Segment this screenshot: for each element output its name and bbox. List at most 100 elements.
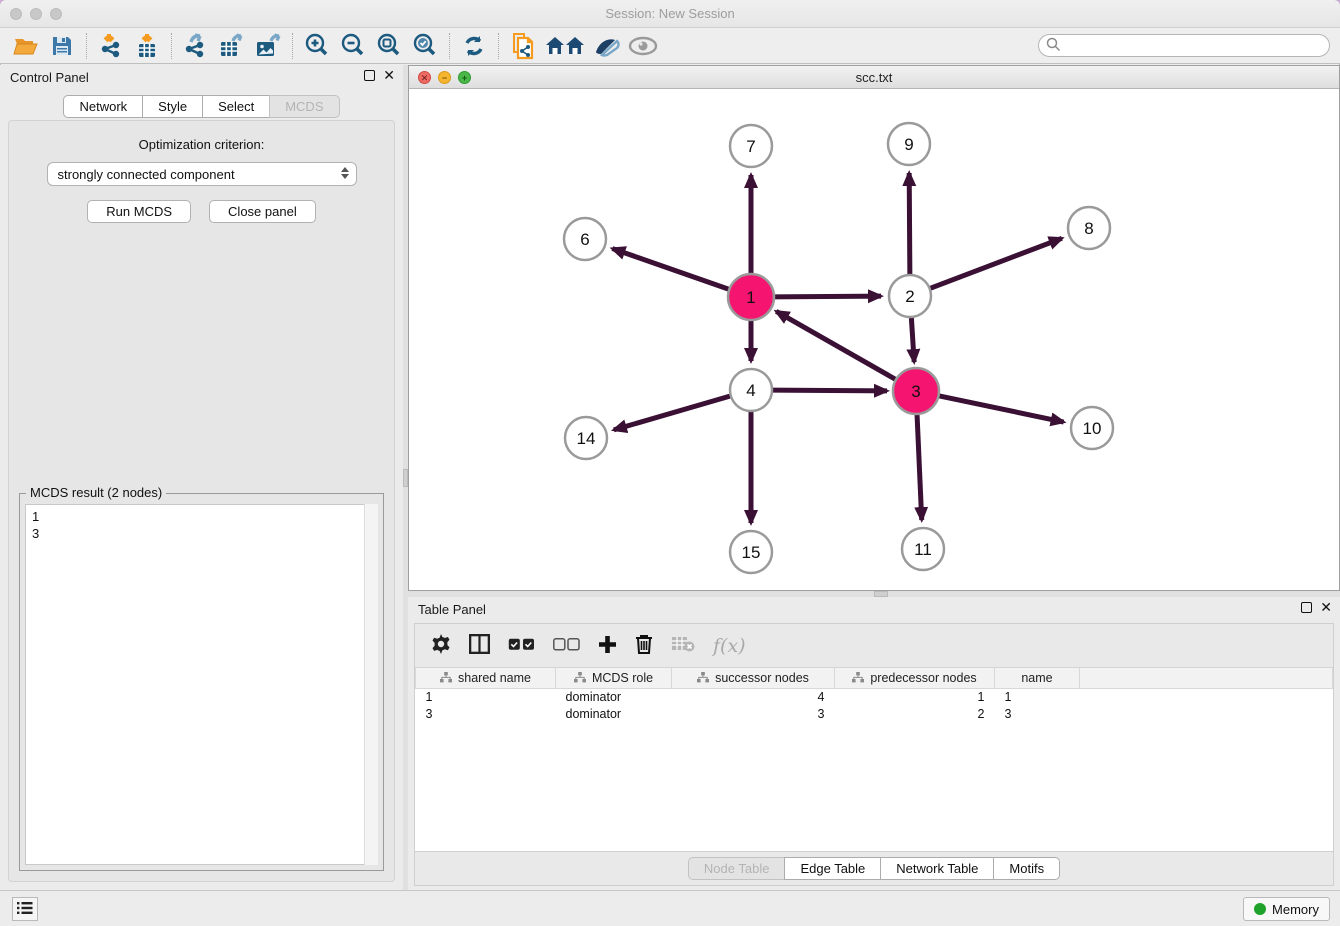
tab-node-table[interactable]: Node Table [688,857,785,880]
function-builder-icon: f(x) [713,635,746,657]
tab-network-table[interactable]: Network Table [880,857,993,880]
graph-node-7[interactable]: 7 [730,125,772,167]
cell-mcds-role[interactable]: dominator [556,688,672,705]
tab-select[interactable]: Select [202,95,269,118]
cell-shared-name[interactable]: 3 [416,705,556,722]
graph-node-4[interactable]: 4 [730,369,772,411]
cell-predecessor-nodes[interactable]: 2 [835,705,995,722]
zoom-selected-button[interactable] [409,31,441,61]
column-header-name[interactable]: name [995,668,1080,688]
network-window-title: scc.txt [409,70,1339,85]
float-panel-icon[interactable] [364,70,375,81]
houses-button[interactable] [543,31,587,61]
table-toolbar: f(x) [415,624,1333,668]
graph-node-15[interactable]: 15 [730,531,772,573]
cell-successor-nodes[interactable]: 3 [672,705,835,722]
network-canvas[interactable]: 7 9 6 8 1 2 4 3 14 10 15 11 [409,89,1339,590]
graph-edge-1-6[interactable] [612,249,730,290]
mcds-result-list[interactable]: 1 3 [25,504,378,865]
graph-node-6[interactable]: 6 [564,218,606,260]
delete-button[interactable] [635,634,653,657]
main-toolbar [0,28,1340,64]
open-session-button[interactable] [10,31,42,61]
run-mcds-button[interactable]: Run MCDS [87,200,191,223]
node-label: 7 [746,137,755,156]
tab-style[interactable]: Style [142,95,202,118]
deselect-all-button[interactable] [553,638,580,654]
cell-successor-nodes[interactable]: 4 [672,688,835,705]
node-label: 2 [905,287,914,306]
graph-edge-3-1[interactable] [776,311,897,380]
select-all-button[interactable] [508,638,535,654]
export-image-button[interactable] [252,31,284,61]
clone-network-button[interactable] [507,31,539,61]
graph-node-1[interactable]: 1 [728,274,774,320]
select-stepper-icon [341,167,349,179]
graph-edge-4-3[interactable] [773,390,887,391]
close-panel-button[interactable]: Close panel [209,200,316,223]
eye-slash-button[interactable] [591,31,623,61]
graph-edge-2-8[interactable] [931,238,1062,288]
close-panel-icon[interactable]: ✕ [383,70,395,81]
cell-name[interactable]: 3 [995,705,1080,722]
column-view-button[interactable] [469,634,490,657]
close-table-panel-icon[interactable]: ✕ [1320,602,1332,613]
add-column-button[interactable] [598,635,617,657]
toolbar-separator [498,33,499,59]
tab-edge-table[interactable]: Edge Table [784,857,880,880]
import-network-button[interactable] [95,31,127,61]
refresh-layout-button[interactable] [458,31,490,61]
export-table-button[interactable] [216,31,248,61]
graph-node-3[interactable]: 3 [893,368,939,414]
tab-network[interactable]: Network [63,95,142,118]
search-input[interactable] [1038,34,1330,57]
column-header-mcds-role[interactable]: MCDS role [556,668,672,688]
zoom-in-button[interactable] [301,31,333,61]
criterion-select[interactable]: strongly connected component [47,162,357,186]
graph-edge-2-3[interactable] [911,318,914,362]
node-label: 10 [1083,419,1102,438]
cell-predecessor-nodes[interactable]: 1 [835,688,995,705]
memory-button[interactable]: Memory [1243,897,1330,921]
graph-node-9[interactable]: 9 [888,123,930,165]
table-row[interactable]: 1 dominator 4 1 1 [416,688,1333,705]
graph-edge-4-14[interactable] [614,396,730,430]
tab-motifs[interactable]: Motifs [993,857,1060,880]
control-panel: Control Panel ✕ Network Style Select MCD… [0,65,403,890]
node-label: 3 [911,382,920,401]
save-session-button[interactable] [46,31,78,61]
eye-icon [628,36,658,56]
graph-node-8[interactable]: 8 [1068,207,1110,249]
cell-shared-name[interactable]: 1 [416,688,556,705]
zoom-out-button[interactable] [337,31,369,61]
delete-table-button[interactable] [671,636,695,655]
result-scrollbar[interactable] [364,504,378,865]
export-network-button[interactable] [180,31,212,61]
add-column-icon [598,635,617,657]
graph-node-2[interactable]: 2 [889,275,931,317]
graph-node-10[interactable]: 10 [1071,407,1113,449]
tab-mcds[interactable]: MCDS [269,95,339,118]
column-header-predecessor-nodes[interactable]: predecessor nodes [835,668,995,688]
column-header-successor-nodes[interactable]: successor nodes [672,668,835,688]
graph-edge-2-9[interactable] [909,173,910,274]
show-details-button[interactable] [627,31,659,61]
import-table-icon [135,33,159,59]
cell-name[interactable]: 1 [995,688,1080,705]
zoom-fit-button[interactable] [373,31,405,61]
graph-edge-3-10[interactable] [938,396,1064,423]
show-task-history-button[interactable] [12,897,38,921]
table-settings-button[interactable] [431,634,451,657]
hierarchy-icon [697,672,709,683]
table-row[interactable]: 3 dominator 3 2 3 [416,705,1333,722]
graph-node-11[interactable]: 11 [902,528,944,570]
column-header-shared-name[interactable]: shared name [416,668,556,688]
cell-mcds-role[interactable]: dominator [556,705,672,722]
function-builder-button[interactable]: f(x) [713,635,746,657]
graph-edge-3-11[interactable] [917,413,922,520]
float-table-panel-icon[interactable] [1301,602,1312,613]
network-window-titlebar[interactable]: ✕ − + scc.txt [409,66,1339,89]
import-table-button[interactable] [131,31,163,61]
graph-node-14[interactable]: 14 [565,417,607,459]
graph-edge-1-2[interactable] [773,296,881,297]
